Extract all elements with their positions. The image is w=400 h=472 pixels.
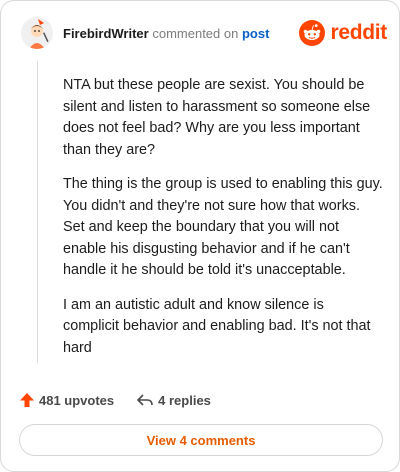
reddit-logo[interactable]: reddit [299,19,387,47]
comment-card: FirebirdWriter commented on post reddit … [0,0,400,472]
comment-byline: FirebirdWriter commented on post [63,27,269,41]
author-name[interactable]: FirebirdWriter [63,26,149,41]
comment-paragraph-1: NTA but these people are sexist. You sho… [63,77,371,158]
reply-arrow-icon [137,394,153,406]
comment-body: NTA but these people are sexist. You sho… [63,75,383,372]
post-link[interactable]: post [242,26,269,41]
reddit-alien-icon [299,20,326,46]
user-avatar[interactable] [21,17,53,49]
upvote-button[interactable]: 481 upvotes [19,392,114,408]
thread-line [37,61,38,363]
upvote-arrow-icon [20,393,34,407]
upvote-count: 481 upvotes [39,392,115,408]
view-comments-button[interactable]: View 4 comments [19,424,383,456]
comment-paragraph-2: The thing is the group is used to enabli… [63,176,383,278]
comment-actions: 481 upvotes 4 replies [19,390,211,410]
avatar-icon [21,17,53,49]
replies-button[interactable]: 4 replies [136,393,211,408]
reply-count: 4 replies [158,392,211,408]
comment-header: FirebirdWriter commented on post reddit [21,17,387,49]
reddit-wordmark: reddit [330,21,387,44]
action-text: commented on [152,26,239,41]
comment-paragraph-3: I am an autistic adult and know silence … [63,296,371,356]
